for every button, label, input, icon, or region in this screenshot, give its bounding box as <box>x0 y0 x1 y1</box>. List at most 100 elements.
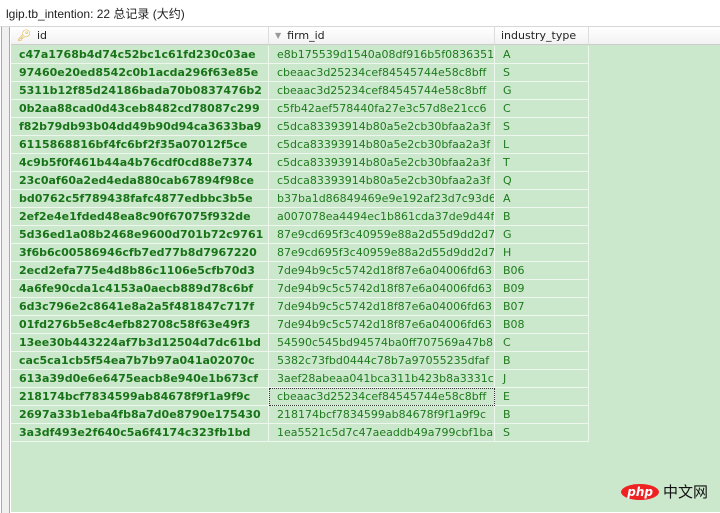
cell-firm-id[interactable]: 87e9cd695f3c40959e88a2d55d9dd2d7 <box>269 244 495 262</box>
table-row[interactable]: 0b2aa88cad0d43ceb8482cd78087c299 c5fb42ae… <box>11 100 589 118</box>
cell-id[interactable]: 6115868816bf4fc6bf2f35a07012f5ce <box>11 136 269 154</box>
table-row[interactable]: 3a3df493e2f640c5a6f4174c323fb1bd 1ea5521c… <box>11 424 589 442</box>
table-row[interactable]: 01fd276b5e8c4efb82708c58f63e49f3 7de94b9c… <box>11 316 589 334</box>
watermark-php: php <box>621 483 659 500</box>
table-row[interactable]: 6115868816bf4fc6bf2f35a07012f5ce c5dca833… <box>11 136 589 154</box>
cell-firm-id[interactable]: c5dca83393914b80a5e2cb30bfaa2a3f <box>269 172 495 190</box>
cell-id[interactable]: c47a1768b4d74c52bc1c61fd230c03ae <box>11 46 269 64</box>
cell-industry-type[interactable]: Q <box>495 172 589 190</box>
data-grid-frame: 🔑︎ id ▼ firm_id industry_type c47a1768b4… <box>0 26 720 513</box>
grid-header: 🔑︎ id ▼ firm_id industry_type <box>11 27 720 45</box>
table-row[interactable]: 5d36ed1a08b2468e9600d701b72c9761 87e9cd69… <box>11 226 589 244</box>
cell-id[interactable]: 0b2aa88cad0d43ceb8482cd78087c299 <box>11 100 269 118</box>
column-header-firm-id[interactable]: ▼ firm_id <box>269 27 495 45</box>
cell-firm-id[interactable]: 54590c545bd94574ba0ff707569a47b8 <box>269 334 495 352</box>
column-label: id <box>36 29 48 42</box>
cell-industry-type[interactable]: S <box>495 118 589 136</box>
cell-id[interactable]: 13ee30b443224af7b3d12504d7dc61bd <box>11 334 269 352</box>
cell-firm-id[interactable]: e8b175539d1540a08df916b5f0836351 <box>269 46 495 64</box>
cell-id[interactable]: 2697a33b1eba4fb8a7d0e8790e175430 <box>11 406 269 424</box>
table-row[interactable]: 4c9b5f0f461b44a4b76cdf0cd88e7374 c5dca833… <box>11 154 589 172</box>
cell-industry-type[interactable]: B08 <box>495 316 589 334</box>
cell-firm-id[interactable]: a007078ea4494ec1b861cda37de9d44f <box>269 208 495 226</box>
cell-industry-type[interactable]: A <box>495 190 589 208</box>
table-row[interactable]: 97460e20ed8542c0b1acda296f63e85e cbeaac3d… <box>11 64 589 82</box>
table-row[interactable]: 5311b12f85d24186bada70b0837476b2 cbeaac3d… <box>11 82 589 100</box>
row-selector-border <box>1 27 10 513</box>
cell-firm-id[interactable]: 87e9cd695f3c40959e88a2d55d9dd2d7 <box>269 226 495 244</box>
cell-industry-type[interactable]: B06 <box>495 262 589 280</box>
watermark-logo: php 中文网 <box>621 481 708 502</box>
table-row[interactable]: 3f6b6c00586946cfb7ed77b8d7967220 87e9cd69… <box>11 244 589 262</box>
cell-industry-type[interactable]: J <box>495 370 589 388</box>
cell-firm-id[interactable]: b37ba1d86849469e9e192af23d7c93d6 <box>269 190 495 208</box>
cell-firm-id[interactable]: c5fb42aef578440fa27e3c57d8e21cc6 <box>269 100 495 118</box>
cell-id[interactable]: 613a39d0e6e6475eacb8e940e1b673cf <box>11 370 269 388</box>
cell-industry-type[interactable]: B <box>495 352 589 370</box>
cell-industry-type[interactable]: B <box>495 208 589 226</box>
cell-id[interactable]: 2ecd2efa775e4d8b86c1106e5cfb70d3 <box>11 262 269 280</box>
cell-id[interactable]: 218174bcf7834599ab84678f9f1a9f9c <box>11 388 269 406</box>
cell-id[interactable]: 5311b12f85d24186bada70b0837476b2 <box>11 82 269 100</box>
window-title: lgip.tb_intention: 22 总记录 (大约) <box>6 7 185 21</box>
cell-industry-type[interactable]: G <box>495 226 589 244</box>
cell-industry-type[interactable]: A <box>495 46 589 64</box>
cell-firm-id[interactable]: 5382c73fbd0444c78b7a97055235dfaf <box>269 352 495 370</box>
cell-firm-id[interactable]: cbeaac3d25234cef84545744e58c8bff <box>269 82 495 100</box>
table-row[interactable]: 218174bcf7834599ab84678f9f1a9f9c cbeaac3d… <box>11 388 589 406</box>
cell-industry-type[interactable]: T <box>495 154 589 172</box>
cell-id[interactable]: f82b79db93b04dd49b90d94ca3633ba9 <box>11 118 269 136</box>
cell-id[interactable]: 01fd276b5e8c4efb82708c58f63e49f3 <box>11 316 269 334</box>
table-row[interactable]: 2ef2e4e1fded48ea8c90f67075f932de a007078e… <box>11 208 589 226</box>
cell-industry-type[interactable]: B09 <box>495 280 589 298</box>
table-row[interactable]: c47a1768b4d74c52bc1c61fd230c03ae e8b17553… <box>11 46 589 64</box>
cell-id[interactable]: bd0762c5f789438fafc4877edbbc3b5e <box>11 190 269 208</box>
table-row[interactable]: 4a6fe90cda1c4153a0aecb889d78c6bf 7de94b9c… <box>11 280 589 298</box>
cell-industry-type[interactable]: L <box>495 136 589 154</box>
cell-firm-id[interactable]: c5dca83393914b80a5e2cb30bfaa2a3f <box>269 118 495 136</box>
cell-industry-type[interactable]: B <box>495 406 589 424</box>
column-header-id[interactable]: 🔑︎ id <box>11 27 269 45</box>
cell-id[interactable]: 97460e20ed8542c0b1acda296f63e85e <box>11 64 269 82</box>
cell-id[interactable]: 3a3df493e2f640c5a6f4174c323fb1bd <box>11 424 269 442</box>
cell-industry-type[interactable]: B07 <box>495 298 589 316</box>
table-row[interactable]: 2ecd2efa775e4d8b86c1106e5cfb70d3 7de94b9c… <box>11 262 589 280</box>
grid-rows: c47a1768b4d74c52bc1c61fd230c03ae e8b17553… <box>11 46 589 442</box>
cell-firm-id[interactable]: 7de94b9c5c5742d18f87e6a04006fd63 <box>269 316 495 334</box>
table-row[interactable]: cac5ca1cb5f54ea7b7b97a041a02070c 5382c73f… <box>11 352 589 370</box>
cell-id[interactable]: 6d3c796e2c8641e8a2a5f481847c717f <box>11 298 269 316</box>
cell-id[interactable]: 4a6fe90cda1c4153a0aecb889d78c6bf <box>11 280 269 298</box>
cell-id[interactable]: 4c9b5f0f461b44a4b76cdf0cd88e7374 <box>11 154 269 172</box>
cell-firm-id[interactable]: 7de94b9c5c5742d18f87e6a04006fd63 <box>269 262 495 280</box>
cell-industry-type[interactable]: S <box>495 64 589 82</box>
cell-id[interactable]: 2ef2e4e1fded48ea8c90f67075f932de <box>11 208 269 226</box>
table-row[interactable]: f82b79db93b04dd49b90d94ca3633ba9 c5dca833… <box>11 118 589 136</box>
cell-id[interactable]: 5d36ed1a08b2468e9600d701b72c9761 <box>11 226 269 244</box>
cell-firm-id[interactable]: 3aef28abeaa041bca311b423b8a3331c <box>269 370 495 388</box>
cell-firm-id[interactable]: c5dca83393914b80a5e2cb30bfaa2a3f <box>269 154 495 172</box>
cell-firm-id[interactable]: 218174bcf7834599ab84678f9f1a9f9c <box>269 406 495 424</box>
table-row[interactable]: 23c0af60a2ed4eda880cab67894f98ce c5dca833… <box>11 172 589 190</box>
cell-id[interactable]: 3f6b6c00586946cfb7ed77b8d7967220 <box>11 244 269 262</box>
cell-firm-id[interactable]: cbeaac3d25234cef84545744e58c8bff <box>269 64 495 82</box>
cell-industry-type[interactable]: C <box>495 100 589 118</box>
cell-firm-id[interactable]: c5dca83393914b80a5e2cb30bfaa2a3f <box>269 136 495 154</box>
table-row[interactable]: 2697a33b1eba4fb8a7d0e8790e175430 218174bc… <box>11 406 589 424</box>
cell-firm-id[interactable]: 7de94b9c5c5742d18f87e6a04006fd63 <box>269 298 495 316</box>
table-row[interactable]: bd0762c5f789438fafc4877edbbc3b5e b37ba1d8… <box>11 190 589 208</box>
table-row[interactable]: 613a39d0e6e6475eacb8e940e1b673cf 3aef28ab… <box>11 370 589 388</box>
column-header-industry-type[interactable]: industry_type <box>495 27 589 45</box>
cell-firm-id[interactable]: cbeaac3d25234cef84545744e58c8bff <box>269 388 495 406</box>
cell-industry-type[interactable]: S <box>495 424 589 442</box>
cell-industry-type[interactable]: C <box>495 334 589 352</box>
cell-industry-type[interactable]: E <box>495 388 589 406</box>
cell-firm-id[interactable]: 7de94b9c5c5742d18f87e6a04006fd63 <box>269 280 495 298</box>
cell-id[interactable]: 23c0af60a2ed4eda880cab67894f98ce <box>11 172 269 190</box>
cell-industry-type[interactable]: H <box>495 244 589 262</box>
cell-firm-id[interactable]: 1ea5521c5d7c47aeaddb49a799cbf1ba <box>269 424 495 442</box>
cell-industry-type[interactable]: G <box>495 82 589 100</box>
cell-id[interactable]: cac5ca1cb5f54ea7b7b97a041a02070c <box>11 352 269 370</box>
column-label: industry_type <box>501 29 577 42</box>
table-row[interactable]: 13ee30b443224af7b3d12504d7dc61bd 54590c54… <box>11 334 589 352</box>
table-row[interactable]: 6d3c796e2c8641e8a2a5f481847c717f 7de94b9c… <box>11 298 589 316</box>
